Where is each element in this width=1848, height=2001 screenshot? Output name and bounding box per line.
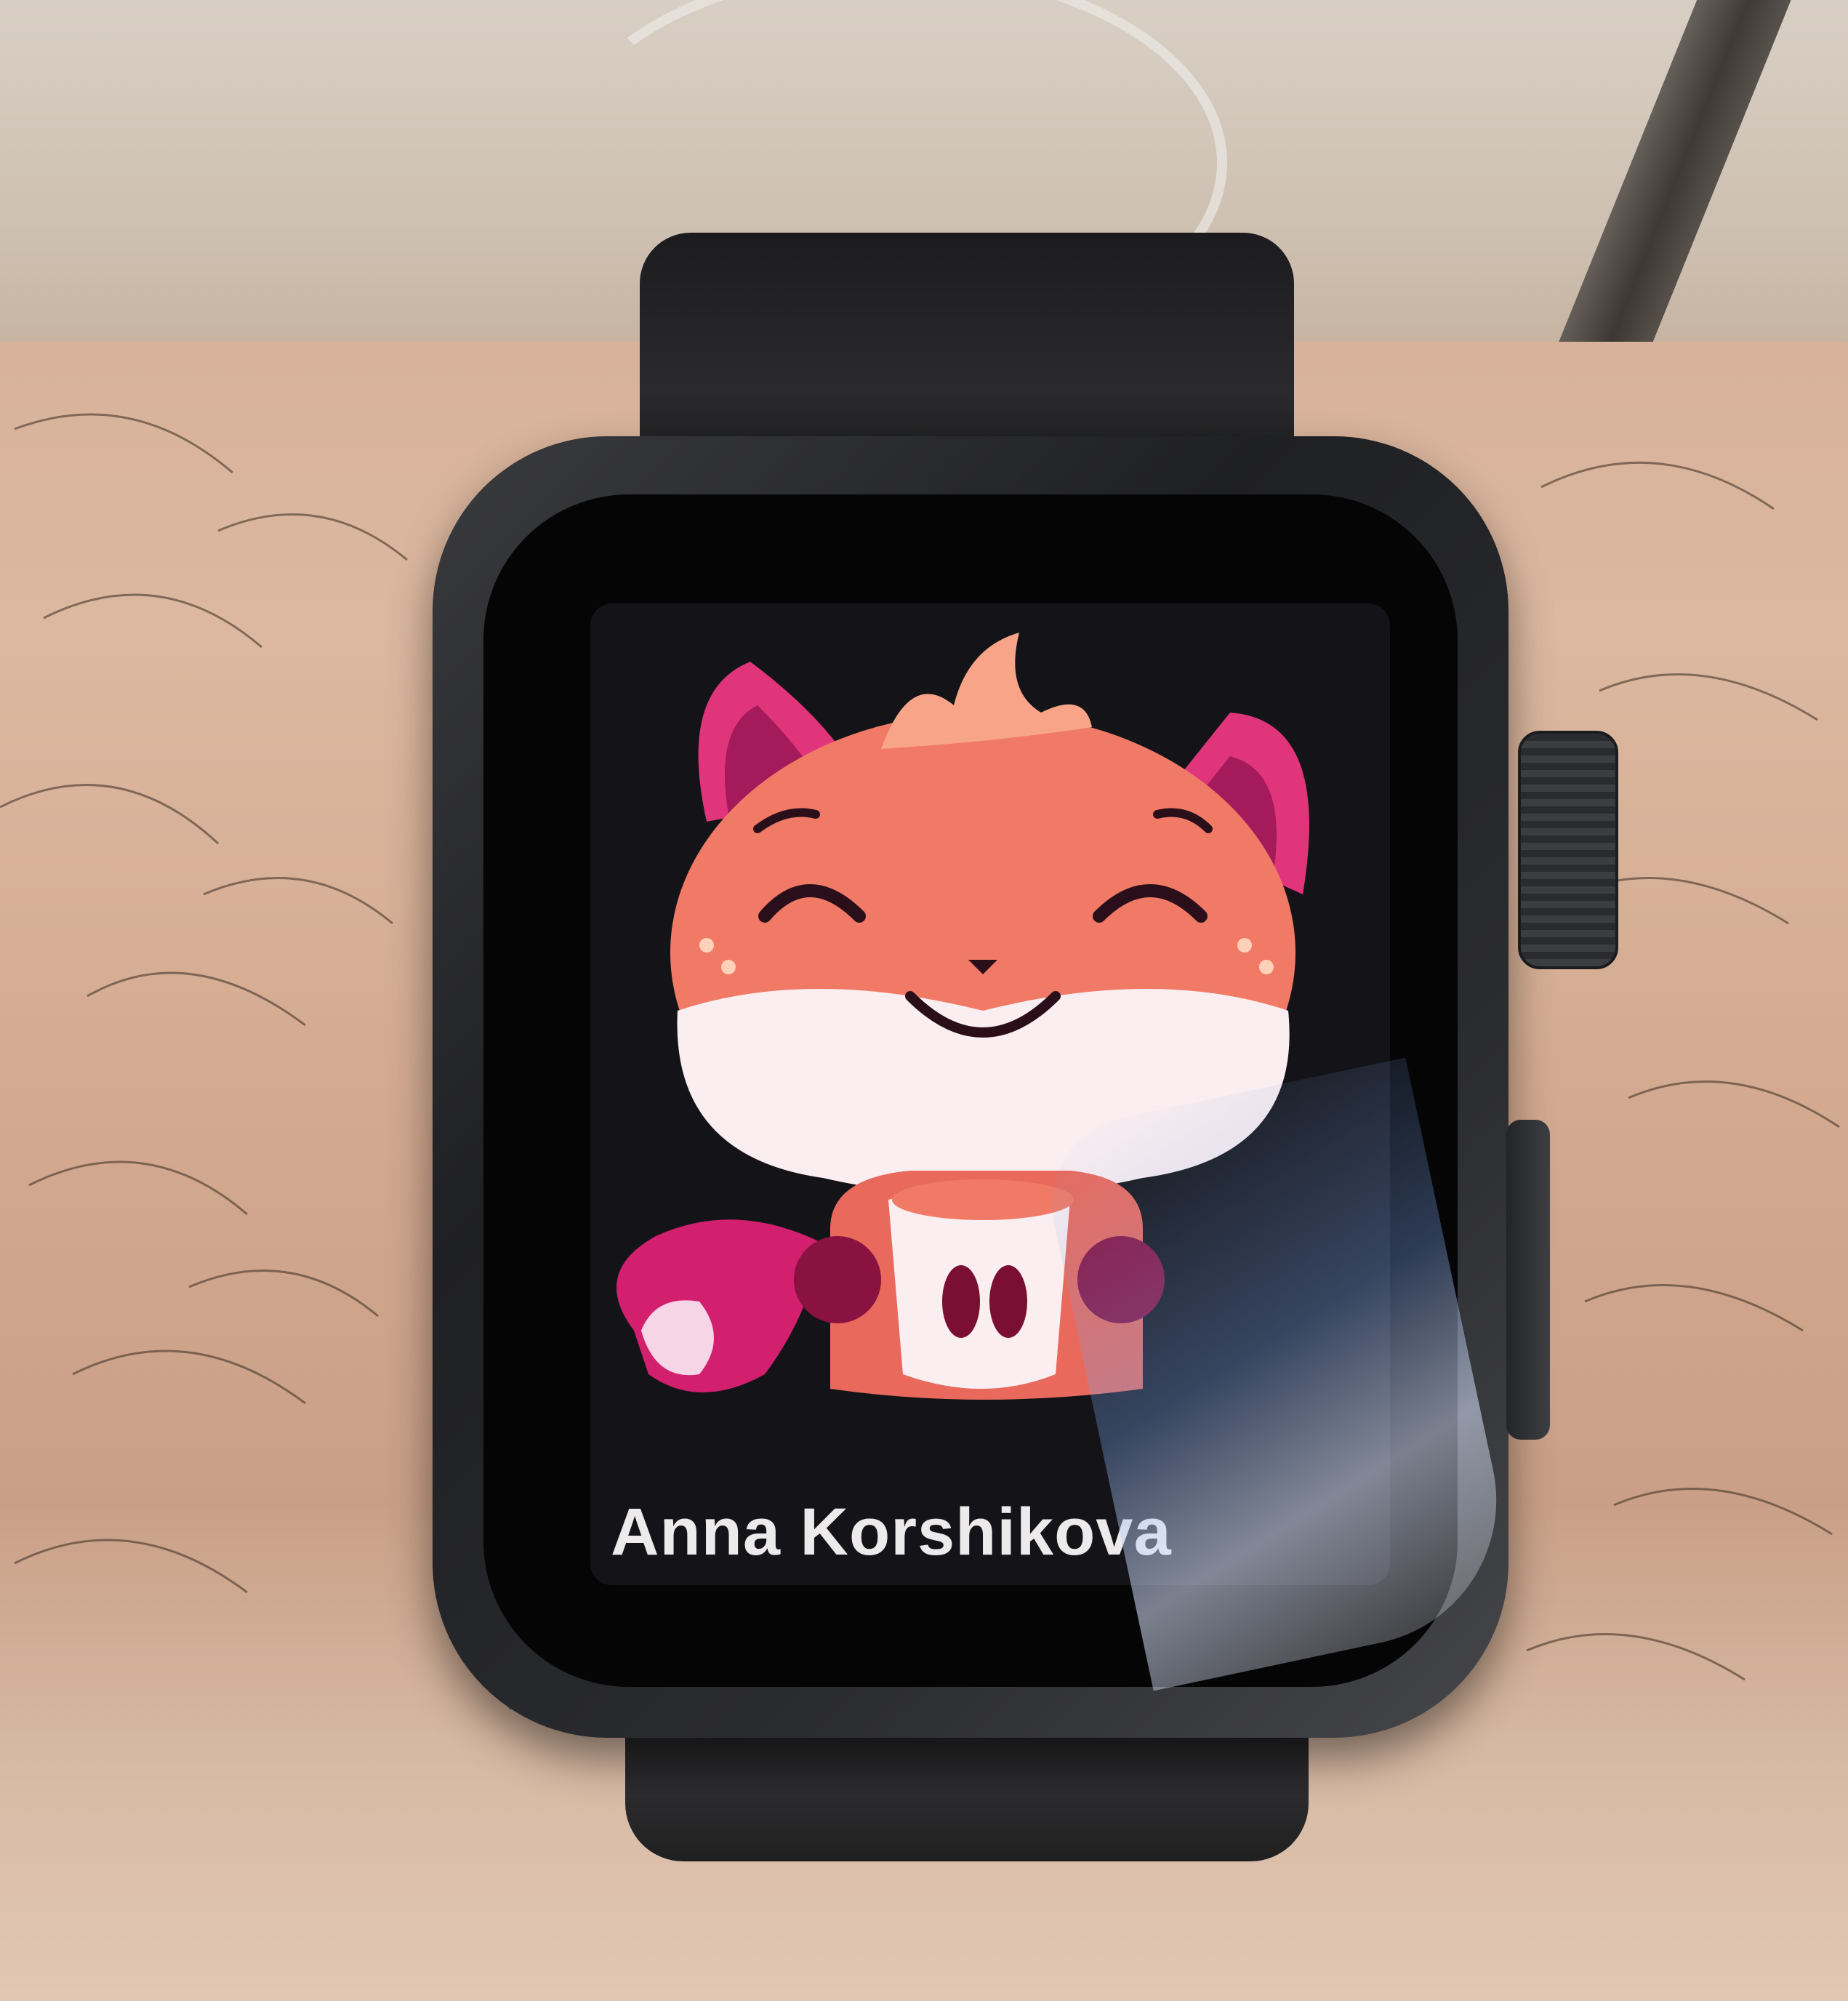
side-button[interactable] bbox=[1506, 1120, 1550, 1440]
digital-crown[interactable] bbox=[1518, 731, 1618, 969]
photo-scene: Anna Korshikova bbox=[0, 0, 1848, 2001]
